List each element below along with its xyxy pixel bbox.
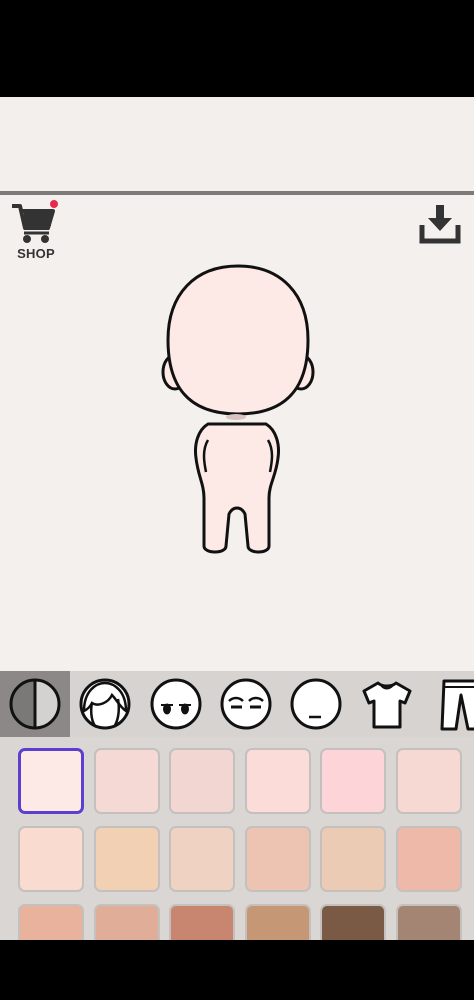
color-swatch[interactable] bbox=[320, 826, 386, 892]
shirt-icon bbox=[362, 681, 412, 729]
mouth-icon bbox=[290, 678, 342, 730]
color-swatch[interactable] bbox=[93, 748, 160, 814]
category-tab-bar bbox=[0, 671, 474, 737]
download-icon bbox=[419, 205, 461, 244]
color-swatch[interactable] bbox=[244, 904, 311, 940]
color-swatch[interactable] bbox=[18, 748, 84, 814]
color-swatch[interactable] bbox=[93, 904, 160, 940]
color-swatch[interactable] bbox=[18, 904, 84, 940]
hair-icon bbox=[79, 678, 131, 730]
shop-button[interactable]: SHOP bbox=[8, 200, 64, 264]
eyebrows-icon bbox=[220, 678, 272, 730]
color-swatch[interactable] bbox=[395, 826, 462, 892]
color-swatch[interactable] bbox=[93, 826, 160, 892]
save-download-button[interactable] bbox=[418, 203, 462, 245]
tab-mouth[interactable] bbox=[281, 671, 351, 737]
color-swatch[interactable] bbox=[395, 748, 462, 814]
notification-dot bbox=[50, 200, 58, 208]
color-swatch[interactable] bbox=[244, 748, 311, 814]
header-area bbox=[0, 97, 474, 191]
navigation-bar-area bbox=[0, 940, 474, 1000]
tab-skin-tone[interactable] bbox=[0, 671, 70, 737]
color-swatch[interactable] bbox=[169, 904, 235, 940]
color-swatch[interactable] bbox=[18, 826, 84, 892]
tab-hair[interactable] bbox=[70, 671, 140, 737]
color-swatch[interactable] bbox=[320, 904, 386, 940]
pants-icon bbox=[440, 679, 474, 731]
status-bar-area bbox=[0, 0, 474, 97]
color-swatch[interactable] bbox=[395, 904, 462, 940]
shopping-cart-icon bbox=[12, 204, 55, 243]
skin-tone-icon bbox=[9, 678, 61, 730]
color-swatch[interactable] bbox=[169, 826, 235, 892]
color-palette bbox=[0, 737, 474, 940]
character-preview bbox=[150, 262, 326, 562]
eyes-icon bbox=[150, 678, 202, 730]
tab-eyebrows[interactable] bbox=[211, 671, 281, 737]
color-swatch[interactable] bbox=[320, 748, 386, 814]
color-swatch[interactable] bbox=[169, 748, 235, 814]
tab-shirt[interactable] bbox=[352, 671, 422, 737]
color-swatch[interactable] bbox=[244, 826, 311, 892]
tab-eyes[interactable] bbox=[141, 671, 211, 737]
tab-pants[interactable] bbox=[422, 671, 474, 737]
shop-label: SHOP bbox=[17, 246, 55, 261]
